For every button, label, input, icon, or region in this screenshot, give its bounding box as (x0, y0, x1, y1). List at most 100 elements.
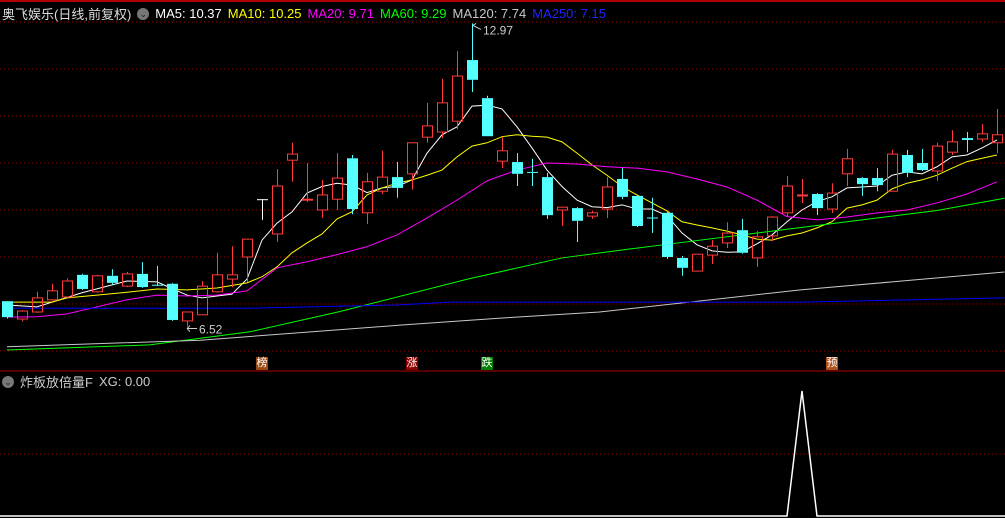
low-price-label: 6.52 (199, 323, 223, 337)
candle (872, 168, 883, 192)
candle-body (242, 238, 253, 258)
candle (62, 278, 73, 298)
chevron-down-icon[interactable]: ⌄ (2, 375, 14, 388)
signal-marker[interactable]: 涨 (406, 357, 418, 370)
candle (797, 178, 808, 203)
candle-body (947, 141, 958, 153)
candle (752, 231, 763, 267)
candle-body (677, 257, 688, 268)
candle (917, 148, 928, 171)
candle-body (197, 285, 208, 316)
signal-marker[interactable]: 榜 (256, 357, 268, 370)
candle (737, 218, 748, 254)
xg-signal-line (0, 390, 1005, 517)
candle (977, 123, 988, 142)
candle (167, 282, 178, 321)
candle (182, 311, 193, 327)
candle-body (752, 236, 763, 259)
candle (512, 153, 523, 187)
moving-average-lines (6, 104, 1005, 351)
indicator-panel-line (0, 390, 1005, 517)
candle (602, 177, 613, 218)
candle-body (167, 283, 178, 320)
candle-body (617, 178, 628, 197)
candle (152, 265, 163, 287)
candle (722, 222, 733, 249)
candle-body (317, 194, 328, 211)
candle (47, 283, 58, 301)
candle (647, 197, 658, 234)
candle-body (17, 310, 28, 320)
candle-body (452, 75, 463, 122)
candle-body (812, 194, 823, 209)
candle (452, 51, 463, 130)
ma250-value: MA250: 7.15 (532, 6, 606, 21)
candle (497, 137, 508, 169)
candle-body (662, 212, 673, 257)
candle (662, 211, 673, 259)
candle-body (32, 297, 43, 313)
candle-body (332, 177, 343, 200)
ma5-line (6, 104, 998, 308)
candle-body (482, 98, 493, 137)
ma60-line (6, 197, 1005, 351)
stock-chart[interactable]: 12.97 6.52 (0, 0, 1005, 518)
candle (287, 142, 298, 182)
candle-body (962, 138, 973, 140)
chevron-down-icon[interactable]: ⌄ (137, 7, 150, 20)
ma20-value: MA20: 9.71 (307, 6, 375, 21)
candle-body (47, 290, 58, 301)
high-price-label: 12.97 (483, 23, 513, 37)
signal-marker[interactable]: 预 (826, 357, 838, 370)
indicator-header: ⌄ 炸板放倍量F XG: 0.00 (2, 372, 150, 391)
candle-body (782, 185, 793, 214)
candle (77, 273, 88, 290)
candle (272, 169, 283, 242)
candle (467, 23, 478, 93)
candle-body (107, 275, 118, 283)
candle-body (542, 177, 553, 216)
candle (257, 199, 268, 220)
candle (332, 153, 343, 210)
candle-body (2, 301, 13, 318)
candle-body (557, 206, 568, 211)
candle-body (77, 274, 88, 289)
candle (212, 252, 223, 293)
candle (947, 130, 958, 156)
ma10-value: MA10: 10.25 (227, 6, 302, 21)
candle (392, 162, 403, 198)
candle-body (392, 177, 403, 188)
candle (842, 148, 853, 187)
candle (2, 301, 13, 319)
candle-body (872, 178, 883, 186)
candle-body (122, 273, 133, 287)
candle-body (842, 158, 853, 175)
main-chart-header: 奥飞娱乐(日线,前复权) ⌄ MA5: 10.37 MA10: 10.25 MA… (2, 4, 606, 23)
candle-body (62, 280, 73, 298)
candle (347, 155, 358, 215)
ma250-line (7, 297, 1005, 309)
candle (587, 210, 598, 219)
ma20-line (6, 162, 998, 318)
signal-marker[interactable]: 跌 (481, 357, 493, 370)
candle-body (497, 150, 508, 162)
ma60-value: MA60: 9.29 (380, 6, 447, 21)
candle-body (737, 230, 748, 253)
low-annotation: 6.52 (186, 323, 223, 337)
candle-body (587, 212, 598, 217)
candle-body (137, 273, 148, 288)
candle-body (257, 199, 268, 201)
candle (422, 102, 433, 143)
candle (107, 269, 118, 286)
candle-body (632, 195, 643, 226)
candle-body (887, 153, 898, 192)
candle (782, 176, 793, 218)
candle-body (722, 232, 733, 244)
candle-body (467, 60, 478, 80)
candle (812, 193, 823, 216)
candle (242, 238, 253, 282)
ma120-value: MA120: 7.74 (452, 6, 527, 21)
candle-body (767, 216, 778, 237)
candle (407, 142, 418, 190)
candle-body (527, 171, 538, 173)
